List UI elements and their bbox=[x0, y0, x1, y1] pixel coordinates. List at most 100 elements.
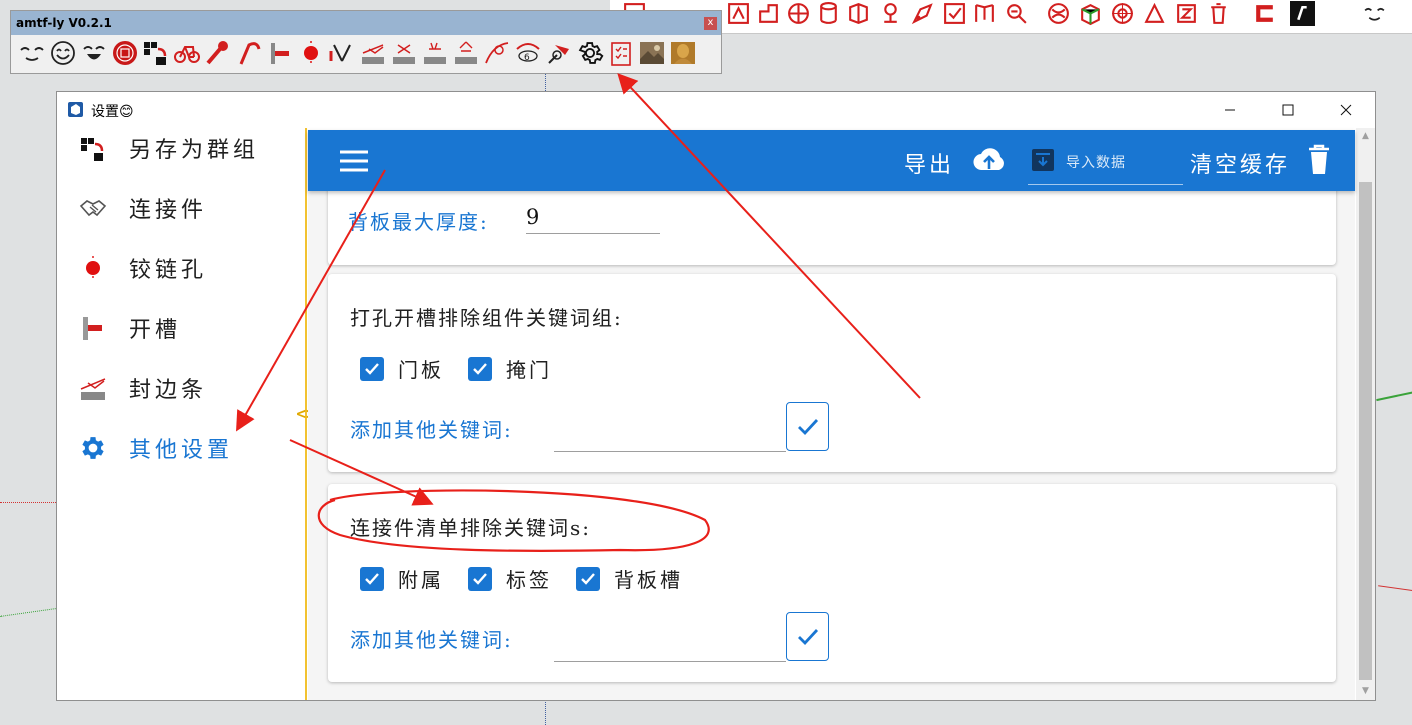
counter-icon[interactable]: 6 bbox=[512, 38, 543, 68]
axis-line bbox=[1376, 390, 1412, 402]
scroll-thumb[interactable] bbox=[1359, 182, 1372, 680]
sketchup-tool-icon[interactable] bbox=[1004, 1, 1029, 26]
sidebar-item-label: 另存为群组 bbox=[129, 138, 260, 163]
checkbox-backboard-slot[interactable]: 背板槽 bbox=[576, 564, 683, 593]
sidebar-item-label: 铰链孔 bbox=[129, 258, 208, 283]
pin-icon[interactable] bbox=[202, 38, 233, 68]
sidebar-item-label: 封边条 bbox=[129, 378, 208, 403]
checkbox-accessory[interactable]: 附属 bbox=[360, 564, 444, 593]
sketchup-tool-icon[interactable] bbox=[942, 1, 967, 26]
hook-icon[interactable] bbox=[233, 38, 264, 68]
connector-list-exclude-panel: 连接件清单排除关键词s: 附属 标签 背板槽 添加其他关键词: bbox=[328, 484, 1336, 682]
toolbar-title[interactable]: amtf-ly V0.2.1 bbox=[11, 11, 721, 35]
checkbox-tag[interactable]: 标签 bbox=[468, 564, 552, 593]
sketchup-app-icon bbox=[67, 101, 84, 118]
menu-button[interactable] bbox=[338, 148, 370, 174]
checkbox-checked-icon[interactable] bbox=[468, 356, 492, 381]
gear-icon[interactable] bbox=[574, 38, 605, 68]
sidebar-item-slot[interactable]: 开槽 bbox=[77, 308, 181, 348]
slot-icon bbox=[77, 312, 109, 344]
sidebar-item-save-as-group[interactable]: 另存为群组 bbox=[77, 128, 259, 168]
add-keyword-confirm-button[interactable] bbox=[786, 402, 829, 451]
import-data-field[interactable]: 导入数据 bbox=[1028, 138, 1183, 185]
checkbox-checked-icon[interactable] bbox=[576, 566, 600, 591]
backboard-max-thickness-input[interactable]: 9 bbox=[526, 205, 541, 229]
smile-icon[interactable] bbox=[47, 38, 78, 68]
sketchup-tool-icon[interactable] bbox=[1110, 1, 1135, 26]
sidebar-item-label: 连接件 bbox=[129, 198, 208, 223]
axis-line bbox=[1378, 585, 1412, 592]
sidebar-item-connector[interactable]: 连接件 bbox=[77, 188, 207, 228]
red-seal-icon[interactable] bbox=[109, 38, 140, 68]
close-button[interactable] bbox=[1317, 92, 1375, 128]
add-keyword-confirm-button[interactable] bbox=[786, 612, 829, 661]
export-button[interactable]: 导出 bbox=[904, 147, 954, 179]
sketchup-tool-icon[interactable] bbox=[816, 1, 841, 26]
sketchup-tool-icon[interactable] bbox=[972, 1, 997, 26]
edge-band-icon[interactable] bbox=[357, 38, 388, 68]
sketchup-tool-icon[interactable] bbox=[1206, 1, 1231, 26]
sketchup-tool-icon[interactable] bbox=[846, 1, 871, 26]
drill-icon[interactable] bbox=[543, 38, 574, 68]
drill-exclude-keywords-panel: 打孔开槽排除组件关键词组: 门板 掩门 添加其他关键词: bbox=[328, 274, 1336, 472]
gear-icon bbox=[77, 432, 109, 464]
checkbox-checked-icon[interactable] bbox=[360, 566, 384, 591]
checkbox-label: 门板 bbox=[398, 358, 444, 382]
connector-exclude-checkboxes: 附属 标签 背板槽 bbox=[360, 564, 707, 593]
sketchup-tool-icon[interactable] bbox=[1252, 1, 1277, 26]
toolbar-icon-row: 6 bbox=[11, 35, 721, 71]
maximize-button[interactable] bbox=[1259, 92, 1317, 128]
checkbox-label: 标签 bbox=[506, 568, 552, 592]
scroll-up-arrow[interactable]: ▲ bbox=[1356, 128, 1375, 145]
trash-icon[interactable] bbox=[1306, 144, 1332, 176]
checkbox-cover-door[interactable]: 掩门 bbox=[468, 354, 552, 383]
sketchup-tool-icon[interactable] bbox=[878, 1, 903, 26]
hinge-hole-icon[interactable] bbox=[295, 38, 326, 68]
checklist-icon[interactable] bbox=[605, 38, 636, 68]
scroll-down-arrow[interactable]: ▼ bbox=[1356, 683, 1375, 700]
face-icon[interactable] bbox=[16, 38, 47, 68]
sidebar-item-label: 其他设置 bbox=[129, 438, 234, 463]
sketchup-tool-icon[interactable] bbox=[756, 1, 781, 26]
sketchup-tool-icon[interactable] bbox=[726, 1, 751, 26]
edge-band-light-icon[interactable] bbox=[419, 38, 450, 68]
edge-band-full-icon[interactable] bbox=[450, 38, 481, 68]
sketchup-tool-icon[interactable] bbox=[1078, 1, 1103, 26]
curve-icon[interactable] bbox=[481, 38, 512, 68]
photo-icon[interactable] bbox=[636, 38, 667, 68]
checkbox-label: 背板槽 bbox=[614, 568, 683, 592]
buddha-icon[interactable] bbox=[667, 38, 698, 68]
cut-icon[interactable] bbox=[326, 38, 357, 68]
axis-line bbox=[0, 608, 56, 617]
sketchup-tool-icon[interactable] bbox=[1046, 1, 1071, 26]
group-save-icon[interactable] bbox=[140, 38, 171, 68]
sidebar-item-hinge-hole[interactable]: 铰链孔 bbox=[77, 248, 207, 288]
window-titlebar[interactable]: 设置😊 bbox=[57, 92, 1375, 128]
axis-line bbox=[0, 502, 56, 503]
sidebar-item-edge-band[interactable]: 封边条 bbox=[77, 368, 207, 408]
minimize-button[interactable] bbox=[1201, 92, 1259, 128]
cloud-upload-icon[interactable] bbox=[970, 144, 1008, 176]
toolbar-close-button[interactable]: x bbox=[704, 17, 717, 30]
slot-icon[interactable] bbox=[264, 38, 295, 68]
bicycle-icon[interactable] bbox=[171, 38, 202, 68]
sketchup-tool-icon[interactable] bbox=[910, 1, 935, 26]
checkbox-checked-icon[interactable] bbox=[360, 356, 384, 381]
checkbox-door-panel[interactable]: 门板 bbox=[360, 354, 444, 383]
add-keyword-input[interactable] bbox=[554, 624, 786, 650]
sketchup-tool-icon[interactable] bbox=[1174, 1, 1199, 26]
sketchup-tool-icon[interactable] bbox=[1142, 1, 1167, 26]
face-icon[interactable] bbox=[1362, 1, 1387, 26]
sketchup-tool-icon[interactable] bbox=[1290, 1, 1315, 26]
add-keyword-input[interactable] bbox=[554, 414, 786, 440]
group-save-icon bbox=[77, 132, 109, 164]
sketchup-tool-icon[interactable] bbox=[786, 1, 811, 26]
checkbox-checked-icon[interactable] bbox=[468, 566, 492, 591]
edge-band-cross-icon[interactable] bbox=[388, 38, 419, 68]
checkbox-label: 附属 bbox=[398, 568, 444, 592]
sidebar-item-other-settings[interactable]: 其他设置 bbox=[77, 428, 233, 468]
vertical-scrollbar[interactable]: ▲ ▼ bbox=[1356, 128, 1375, 700]
sidebar-item-label: 开槽 bbox=[129, 318, 182, 343]
laugh-icon[interactable] bbox=[78, 38, 109, 68]
clear-cache-button[interactable]: 清空缓存 bbox=[1190, 147, 1290, 179]
